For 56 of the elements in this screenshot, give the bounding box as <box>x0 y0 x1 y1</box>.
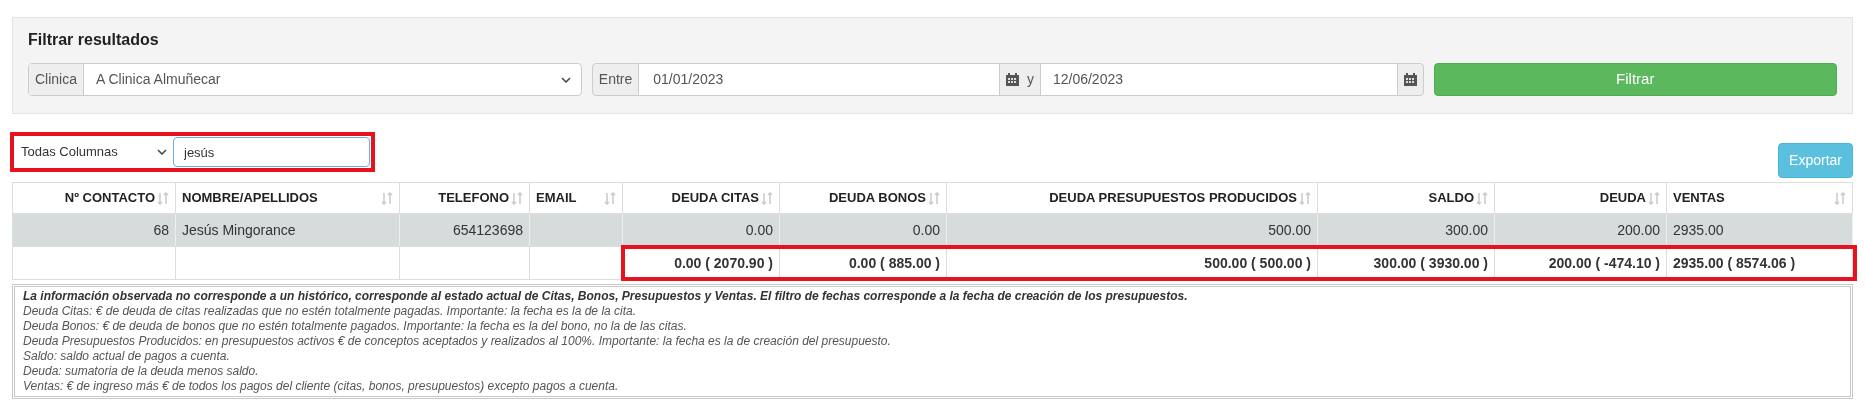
notes-heading: La información observada no corresponde a un histórico, corresponde al estado actual de Citas, Bonos, Presupuestos y Ventas. El filtro de fechas corresponde a la fecha de creación de los presupuestos. <box>23 289 1189 304</box>
total-cell-text: 0.00 ( 2070.90 ) <box>674 253 773 273</box>
column-header[interactable]: DEUDA PRESUPUESTOS PRODUCIDOS <box>947 183 1318 213</box>
sort-icon[interactable] <box>761 191 773 205</box>
notes-line: Ventas: € de ingreso más € de todos los pagos del cliente (citas, bonos, presupuestos) excepto pagos a cuenta. <box>23 379 620 394</box>
date-separator: y <box>1026 70 1034 89</box>
chevron-down-icon <box>560 76 571 83</box>
sort-icon[interactable] <box>1299 191 1311 205</box>
column-header[interactable]: Nº CONTACTO <box>13 183 176 213</box>
column-header[interactable]: DEUDA BONOS <box>780 183 947 213</box>
total-cell-text: 300.00 ( 3930.00 ) <box>1373 253 1488 273</box>
search-field[interactable]: jesús <box>173 137 370 167</box>
total-cell-text: 2935.00 ( 8574.06 ) <box>1673 253 1796 273</box>
sort-icon[interactable] <box>604 191 616 205</box>
chevron-down-icon <box>157 149 167 155</box>
notes-line: Deuda Citas: € de deuda de citas realizadas que no estén totalmente pagadas. Importante: la fecha es la de la cita. <box>23 304 638 319</box>
table-cell-text: 500.00 <box>1268 220 1311 240</box>
column-header[interactable]: TELEFONO <box>400 183 530 213</box>
total-cell-text: 200.00 ( -474.10 ) <box>1548 253 1660 273</box>
column-header[interactable]: SALDO <box>1318 183 1495 213</box>
column-header[interactable]: DEUDA CITAS <box>623 183 780 213</box>
sort-icon[interactable] <box>381 191 393 205</box>
panel-title: Filtrar resultados <box>28 30 160 50</box>
sort-icon[interactable] <box>157 191 169 205</box>
table-cell-text: 0.00 <box>745 220 773 240</box>
notes-line: Deuda Presupuestos Producidos: en presupuestos activos € de conceptos aceptados y realizados al 100%. Importante: la fecha es la de creación del presupuesto. <box>23 334 892 349</box>
date-from-field[interactable]: 01/01/2023 <box>639 63 999 96</box>
sort-icon[interactable] <box>511 191 523 205</box>
table-cell-text: 2935.00 <box>1673 220 1724 240</box>
notes-line: Deuda Bonos: € de deuda de bonos que no estén totalmente pagados. Importante: la fecha es la del bono, no la de las citas. <box>23 319 688 334</box>
clinic-label: Clinica <box>29 64 84 95</box>
table-cell-text: 654123698 <box>452 220 523 240</box>
notes-line: Saldo: saldo actual de pagos a cuenta. <box>23 349 231 364</box>
table-cell-text: 68 <box>153 220 169 240</box>
calendar-icon <box>1403 73 1417 86</box>
clinic-select[interactable]: Clinica A Clinica Almuñecar <box>28 63 582 96</box>
sort-icon[interactable] <box>1476 191 1488 205</box>
column-header[interactable]: VENTAS <box>1667 183 1853 213</box>
notes-line: Deuda: sumatoria de la deuda menos saldo. <box>23 364 260 379</box>
column-header[interactable]: DEUDA <box>1495 183 1667 213</box>
clinic-value: A Clinica Almuñecar <box>95 70 222 89</box>
column-header[interactable]: NOMBRE/APELLIDOS <box>176 183 400 213</box>
total-cell-text: 0.00 ( 885.00 ) <box>848 253 940 273</box>
total-cell-text: 500.00 ( 500.00 ) <box>1204 253 1311 273</box>
sort-icon[interactable] <box>928 191 940 205</box>
calendar-icon <box>1005 73 1019 86</box>
column-select-value: Todas Columnas <box>21 143 118 162</box>
column-header[interactable]: EMAIL <box>530 183 623 213</box>
date-range-label: Entre <box>591 63 640 96</box>
table-cell-text: 0.00 <box>912 220 940 240</box>
sort-icon[interactable] <box>1648 191 1660 205</box>
table-cell-text: 300.00 <box>1445 220 1488 240</box>
sort-icon[interactable] <box>1834 191 1846 205</box>
date-to-field[interactable]: 12/06/2023 <box>1040 63 1397 96</box>
table-cell-text: Jesús Mingorance <box>182 220 296 240</box>
table-cell-text: 200.00 <box>1617 220 1660 240</box>
